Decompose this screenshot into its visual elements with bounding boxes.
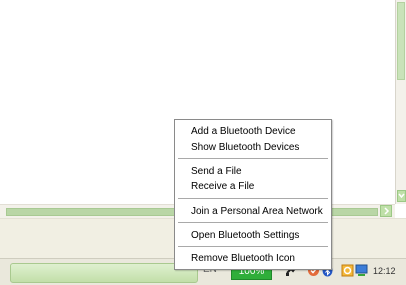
clock[interactable]: 12:12	[373, 266, 396, 276]
menu-item-join-pan[interactable]: Join a Personal Area Network	[191, 206, 323, 217]
monitor-icon[interactable]	[355, 264, 368, 277]
taskbar-window-button[interactable]	[10, 263, 198, 283]
bluetooth-context-menu: Add a Bluetooth Device Show Bluetooth De…	[174, 119, 332, 270]
chevron-right-icon	[384, 207, 390, 215]
menu-item-remove-bluetooth-icon[interactable]: Remove Bluetooth Icon	[191, 253, 295, 264]
menu-item-show-bluetooth-devices[interactable]: Show Bluetooth Devices	[191, 142, 299, 153]
chevron-down-icon	[398, 193, 405, 199]
scroll-right-button[interactable]	[380, 205, 392, 217]
vertical-scrollbar[interactable]	[395, 0, 406, 204]
vertical-scroll-thumb[interactable]	[397, 2, 405, 80]
menu-separator	[178, 246, 328, 247]
menu-separator	[178, 198, 328, 199]
antivirus-icon[interactable]	[341, 264, 354, 277]
menu-item-open-bluetooth-settings[interactable]: Open Bluetooth Settings	[191, 230, 299, 241]
menu-item-receive-file[interactable]: Receive a File	[191, 181, 254, 192]
menu-item-send-file[interactable]: Send a File	[191, 166, 242, 177]
menu-item-add-bluetooth-device[interactable]: Add a Bluetooth Device	[191, 126, 296, 137]
scroll-down-button[interactable]	[397, 190, 406, 202]
menu-separator	[178, 222, 328, 223]
menu-separator	[178, 158, 328, 159]
